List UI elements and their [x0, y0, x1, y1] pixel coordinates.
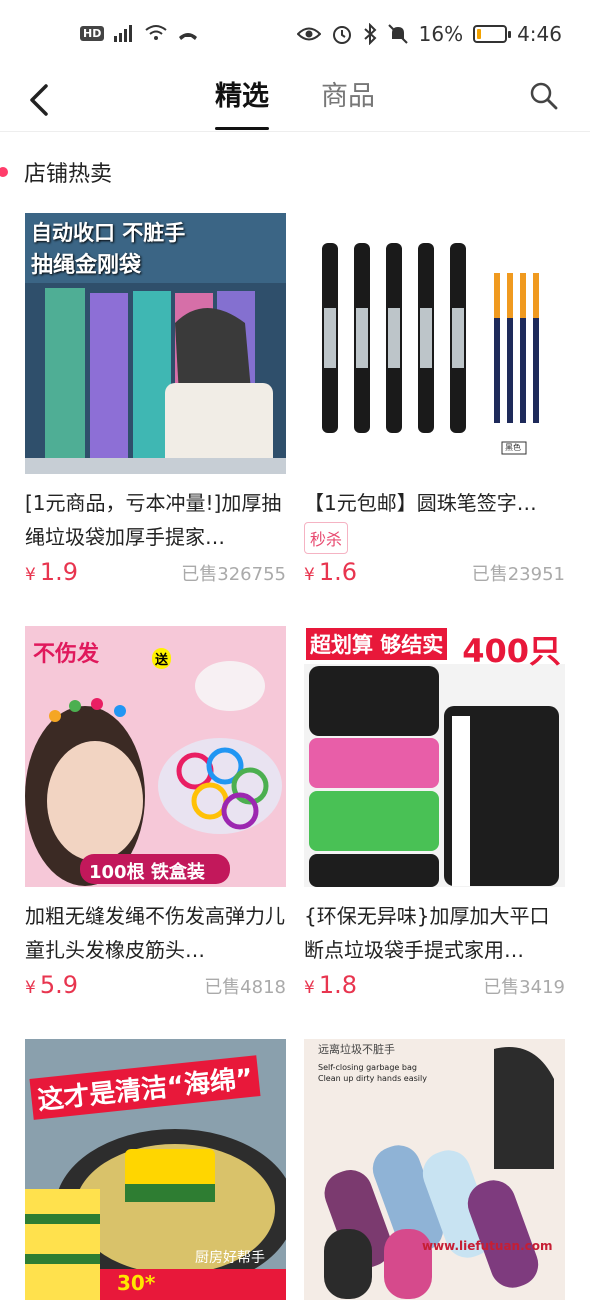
- alarm-icon: [332, 26, 351, 44]
- mute-icon: [387, 24, 408, 44]
- price: ¥1.6: [304, 558, 357, 586]
- clock: 4:46: [517, 22, 562, 46]
- currency-symbol: ¥: [304, 565, 315, 585]
- product-title[interactable]: [1元商品，亏本冲量!]加厚抽绳垃圾袋加厚手提家…: [25, 486, 286, 554]
- image-text: 400只: [462, 632, 561, 670]
- sold-count: 已售326755: [181, 564, 286, 585]
- signal-icon: [114, 25, 133, 42]
- product-card[interactable]: 这才是清洁“海绵” 厨房好帮手 30*: [25, 1039, 286, 1300]
- section-title: 店铺热卖: [24, 162, 113, 187]
- sold-count: 已售23951: [471, 564, 565, 585]
- image-text: 不伤发: [33, 642, 100, 667]
- missed-call-icon: [179, 33, 198, 40]
- product-image[interactable]: 黑色: [304, 213, 565, 474]
- image-text: Self-closing garbage bag: [318, 1063, 417, 1072]
- price-row: ¥1.9 已售326755: [25, 558, 286, 586]
- eye-icon: [296, 27, 321, 41]
- status-bar: HD 16% 4:46: [0, 0, 590, 72]
- price-value: 5.9: [39, 971, 78, 999]
- nav-bar: 精选 商品: [0, 72, 590, 132]
- image-text: 远离垃圾不脏手: [318, 1043, 395, 1056]
- product-image[interactable]: 不伤发 送 100根 铁盒装: [25, 626, 286, 887]
- price: ¥5.9: [25, 971, 78, 999]
- image-text: 抽绳金刚袋: [31, 253, 142, 278]
- price-value: 1.8: [318, 971, 357, 999]
- product-card[interactable]: 不伤发 送 100根 铁盒装 加粗无缝发绳不伤发高弹力儿童扎头发橡皮筋头… ¥5…: [25, 626, 286, 999]
- image-text: 送: [152, 648, 172, 669]
- section-header: 店铺热卖: [0, 152, 112, 192]
- search-icon[interactable]: [528, 80, 560, 112]
- currency-symbol: ¥: [25, 565, 36, 585]
- battery-percent: 16%: [418, 22, 464, 46]
- flash-sale-badge: 秒杀: [304, 522, 349, 554]
- image-text: 30*: [117, 1271, 156, 1295]
- status-right: 16% 4:46: [296, 22, 562, 46]
- product-image[interactable]: 远离垃圾不脏手 Self-closing garbage bag Clean u…: [304, 1039, 565, 1300]
- battery-level: [477, 29, 482, 39]
- product-image[interactable]: 自动收口 不脏手 抽绳金刚袋: [25, 213, 286, 474]
- wifi-icon: [145, 25, 167, 40]
- battery-icon: [473, 25, 512, 43]
- section-dot: [0, 167, 8, 177]
- price-value: 1.6: [318, 558, 357, 586]
- image-text: 黑色: [505, 443, 521, 452]
- product-title[interactable]: 【1元包邮】圆珠笔签字…: [304, 486, 565, 520]
- price: ¥1.8: [304, 971, 357, 999]
- price: ¥1.9: [25, 558, 78, 586]
- bluetooth-icon: [363, 23, 377, 45]
- sold-count: 已售4818: [204, 977, 286, 998]
- image-text: Clean up dirty hands easily: [318, 1074, 427, 1083]
- product-card[interactable]: 黑色 【1元包邮】圆珠笔签字… 秒杀 ¥1.6 已售23951: [304, 213, 565, 586]
- price-row: ¥1.6 已售23951: [304, 558, 565, 586]
- tab-products[interactable]: 商品: [321, 80, 375, 130]
- price-row: ¥1.8 已售3419: [304, 971, 565, 999]
- hd-icon: HD: [80, 25, 105, 41]
- product-card[interactable]: 远离垃圾不脏手 Self-closing garbage bag Clean u…: [304, 1039, 565, 1300]
- product-title[interactable]: {环保无异味}加厚加大平口断点垃圾袋手提式家用…: [304, 899, 565, 967]
- product-title[interactable]: 加粗无缝发绳不伤发高弹力儿童扎头发橡皮筋头…: [25, 899, 286, 967]
- product-image[interactable]: 超划算 够结实 400只: [304, 626, 565, 887]
- product-card[interactable]: 自动收口 不脏手 抽绳金刚袋 [1元商品，亏本冲量!]加厚抽绳垃圾袋加厚手提家……: [25, 213, 286, 586]
- image-text: 100根 铁盒装: [89, 862, 205, 883]
- tab-bar: 精选 商品: [0, 80, 590, 130]
- currency-symbol: ¥: [25, 978, 36, 998]
- currency-symbol: ¥: [304, 978, 315, 998]
- product-card[interactable]: 超划算 够结实 400只 {环保无异味}加厚加大平口断点垃圾袋手提式家用… ¥1…: [304, 626, 565, 999]
- product-image[interactable]: 这才是清洁“海绵” 厨房好帮手 30*: [25, 1039, 286, 1300]
- status-left: HD: [80, 24, 200, 42]
- tab-featured[interactable]: 精选: [215, 80, 269, 130]
- image-text: 厨房好帮手: [195, 1250, 265, 1266]
- image-text: 超划算 够结实: [306, 628, 448, 660]
- sold-count: 已售3419: [483, 977, 565, 998]
- image-text: 自动收口 不脏手: [31, 221, 186, 245]
- price-row: ¥5.9 已售4818: [25, 971, 286, 999]
- watermark: www.liefutuan.com: [422, 1239, 553, 1253]
- price-value: 1.9: [39, 558, 78, 586]
